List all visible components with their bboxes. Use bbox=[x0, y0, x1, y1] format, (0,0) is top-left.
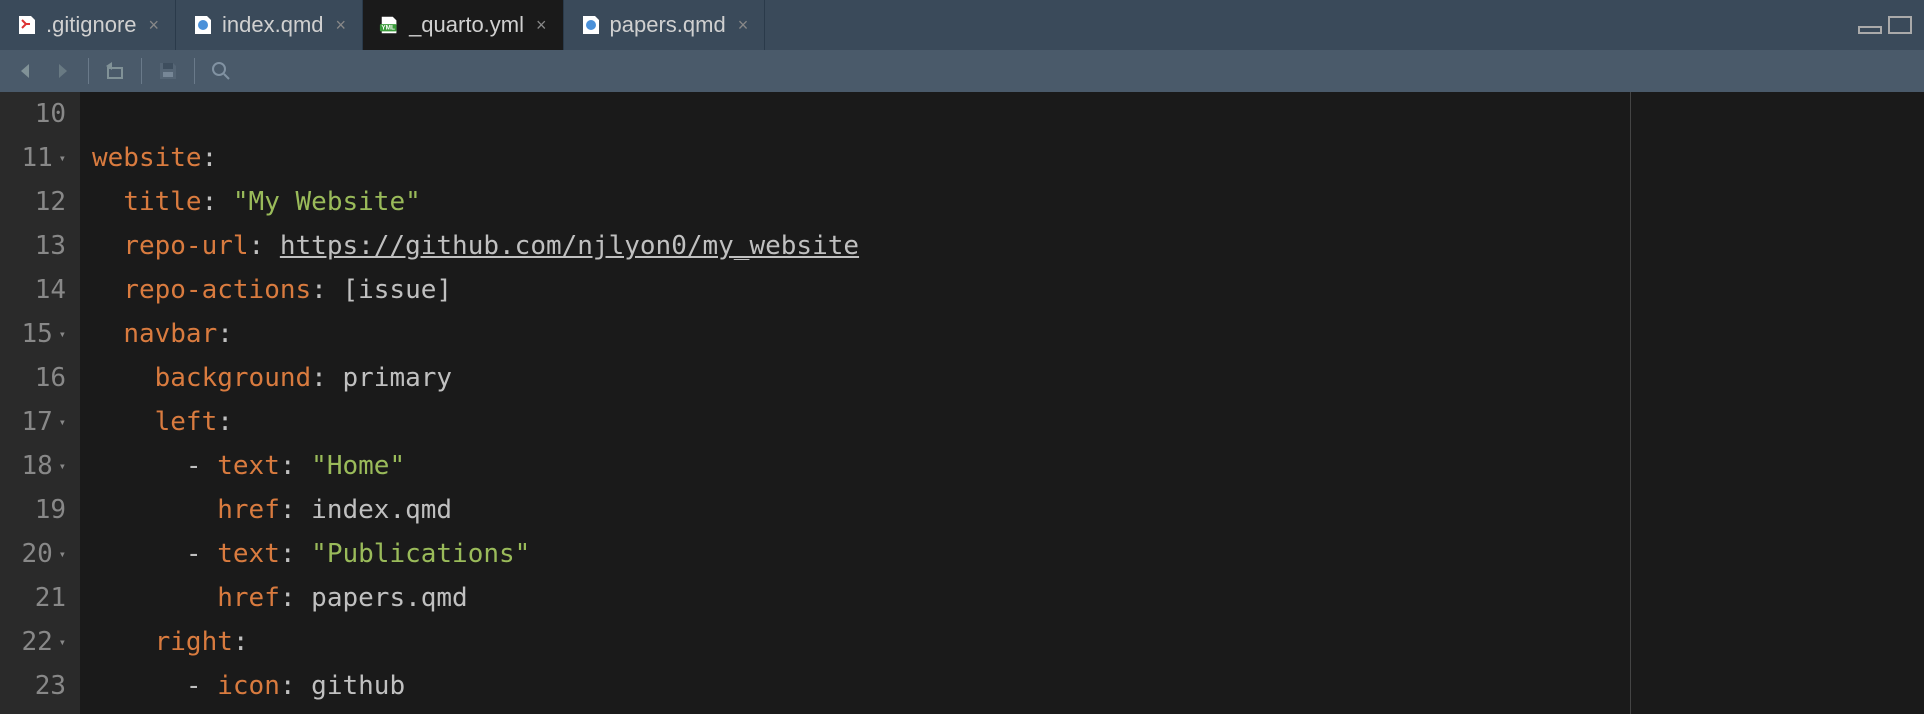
close-icon[interactable]: × bbox=[536, 15, 547, 36]
code-line: href: papers.qmd bbox=[92, 576, 1924, 620]
fold-icon[interactable]: ▾ bbox=[59, 136, 66, 180]
fold-icon[interactable]: ▾ bbox=[59, 312, 66, 356]
code-line bbox=[92, 92, 1924, 136]
line-number: 19 bbox=[18, 488, 66, 532]
line-number-gutter: 10 11▾ 12 13 14 15▾ 16 17▾ 18▾ 19 20▾ 21… bbox=[0, 92, 80, 714]
fold-icon[interactable]: ▾ bbox=[59, 444, 66, 488]
tab-label: _quarto.yml bbox=[409, 12, 524, 38]
qmd-file-icon bbox=[192, 14, 214, 36]
line-number: 21 bbox=[18, 576, 66, 620]
line-number: 10 bbox=[18, 92, 66, 136]
fold-icon[interactable]: ▾ bbox=[59, 620, 66, 664]
separator bbox=[194, 58, 195, 84]
tab-label: .gitignore bbox=[46, 12, 137, 38]
code-line: title: "My Website" bbox=[92, 180, 1924, 224]
code-line: - icon: github bbox=[92, 664, 1924, 708]
line-number: 17▾ bbox=[18, 400, 66, 444]
forward-button[interactable] bbox=[48, 57, 76, 85]
tab-bar: .gitignore × index.qmd × YML _quarto.yml… bbox=[0, 0, 1924, 50]
line-number: 14 bbox=[18, 268, 66, 312]
code-line: left: bbox=[92, 400, 1924, 444]
line-number: 22▾ bbox=[18, 620, 66, 664]
svg-text:YML: YML bbox=[381, 25, 395, 32]
yml-file-icon: YML bbox=[379, 14, 401, 36]
back-button[interactable] bbox=[12, 57, 40, 85]
close-icon[interactable]: × bbox=[336, 15, 347, 36]
code-line: website: bbox=[92, 136, 1924, 180]
window-controls bbox=[1858, 0, 1924, 50]
tab-label: index.qmd bbox=[222, 12, 324, 38]
code-line: right: bbox=[92, 620, 1924, 664]
fold-icon[interactable]: ▾ bbox=[59, 400, 66, 444]
code-line: repo-actions: [issue] bbox=[92, 268, 1924, 312]
code-line: background: primary bbox=[92, 356, 1924, 400]
git-file-icon bbox=[16, 14, 38, 36]
fold-icon[interactable]: ▾ bbox=[59, 532, 66, 576]
tab-spacer bbox=[765, 0, 1858, 50]
line-number: 20▾ bbox=[18, 532, 66, 576]
line-number: 13 bbox=[18, 224, 66, 268]
close-icon[interactable]: × bbox=[738, 15, 749, 36]
close-icon[interactable]: × bbox=[149, 15, 160, 36]
code-line: href: index.qmd bbox=[92, 488, 1924, 532]
margin-line bbox=[1630, 92, 1631, 714]
search-button[interactable] bbox=[207, 57, 235, 85]
separator bbox=[141, 58, 142, 84]
code-content[interactable]: website: title: "My Website" repo-url: h… bbox=[80, 92, 1924, 714]
separator bbox=[88, 58, 89, 84]
tab-label: papers.qmd bbox=[610, 12, 726, 38]
tab-papers[interactable]: papers.qmd × bbox=[564, 0, 766, 50]
code-line: - text: "Home" bbox=[92, 444, 1924, 488]
show-in-pane-button[interactable] bbox=[101, 57, 129, 85]
code-line: repo-url: https://github.com/njlyon0/my_… bbox=[92, 224, 1924, 268]
save-button[interactable] bbox=[154, 57, 182, 85]
tab-index[interactable]: index.qmd × bbox=[176, 0, 363, 50]
code-line: - text: "Publications" bbox=[92, 532, 1924, 576]
line-number: 11▾ bbox=[18, 136, 66, 180]
editor-toolbar bbox=[0, 50, 1924, 92]
line-number: 15▾ bbox=[18, 312, 66, 356]
qmd-file-icon bbox=[580, 14, 602, 36]
code-line: navbar: bbox=[92, 312, 1924, 356]
editor-area: 10 11▾ 12 13 14 15▾ 16 17▾ 18▾ 19 20▾ 21… bbox=[0, 92, 1924, 714]
maximize-icon[interactable] bbox=[1888, 16, 1912, 34]
tab-quarto-yml[interactable]: YML _quarto.yml × bbox=[363, 0, 563, 50]
line-number: 16 bbox=[18, 356, 66, 400]
line-number: 18▾ bbox=[18, 444, 66, 488]
line-number: 12 bbox=[18, 180, 66, 224]
line-number: 23 bbox=[18, 664, 66, 708]
minimize-icon[interactable] bbox=[1858, 26, 1882, 34]
tab-gitignore[interactable]: .gitignore × bbox=[0, 0, 176, 50]
